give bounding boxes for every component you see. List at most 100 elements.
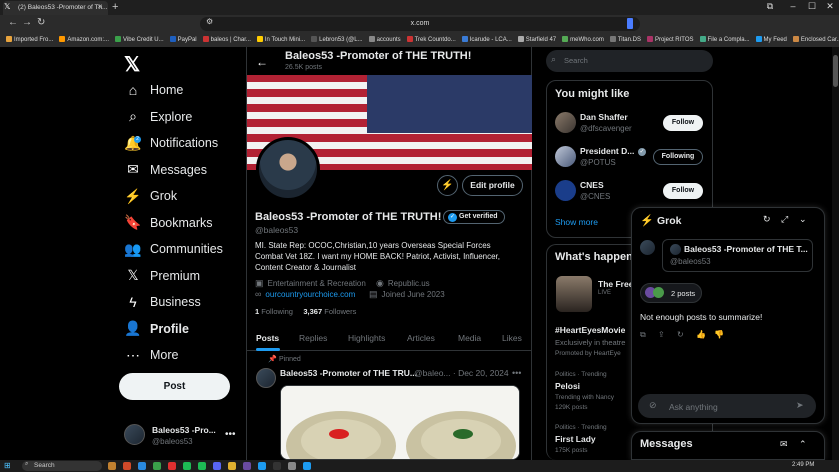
taskbar-app-icon[interactable] (303, 462, 311, 470)
bookmark-item[interactable]: Trek Countdo... (406, 34, 456, 47)
taskbar-app-icon[interactable] (198, 462, 206, 470)
bookmark-item[interactable]: Project RITOS (646, 34, 694, 47)
bookmark-item[interactable]: Icarude - LCA... (461, 34, 512, 47)
copy-icon[interactable]: ⧉ (640, 330, 646, 340)
bookmark-item[interactable]: meWho.com (562, 34, 604, 47)
bookmark-item[interactable]: Titan.DS (609, 34, 641, 47)
thumbs-down-icon[interactable]: 👎 (714, 330, 724, 339)
more-horizontal-icon[interactable]: ••• (225, 429, 236, 440)
post-author-avatar[interactable] (256, 368, 276, 388)
trend-name[interactable]: First Lady (555, 434, 596, 444)
nav-item-communities[interactable]: 👥 Communities (124, 238, 223, 260)
share-icon[interactable]: ⇪ (658, 330, 665, 339)
post-button[interactable]: Post (119, 373, 230, 400)
edit-profile-button[interactable]: Edit profile (462, 175, 523, 196)
reload-icon[interactable]: ↻ (37, 17, 45, 28)
bookmark-item[interactable]: Starfield 47 (517, 34, 556, 47)
page-scrollbar[interactable] (832, 47, 839, 460)
bookmark-item[interactable]: My Feed (755, 34, 787, 47)
taskbar-app-icon[interactable] (108, 462, 116, 470)
promoted-trend-name[interactable]: #HeartEyesMovie (555, 325, 625, 335)
nav-item-messages[interactable]: ✉ Messages (124, 159, 207, 181)
site-info-icon[interactable]: ⚙ (206, 17, 213, 26)
trend-name[interactable]: Pelosi (555, 381, 580, 391)
bookmark-item[interactable]: baleos | Char... (202, 34, 251, 47)
show-more-link[interactable]: Show more (555, 217, 598, 227)
event-name[interactable]: The Free (598, 279, 633, 289)
post-more-icon[interactable]: ••• (512, 368, 521, 378)
tab-highlights[interactable]: Highlights (348, 333, 385, 343)
minimize-icon[interactable]: – (783, 1, 803, 11)
bookmark-item[interactable]: Lebron53 (@L... (311, 34, 363, 47)
profile-avatar[interactable] (256, 137, 320, 201)
x-logo-icon[interactable]: 𝕏 (124, 52, 140, 77)
bookmark-item[interactable]: File a Compla... (699, 34, 750, 47)
tab-articles[interactable]: Articles (407, 333, 435, 343)
bookmark-item[interactable]: PayPal (169, 34, 197, 47)
bookmark-item[interactable]: Imported Fro... (6, 34, 53, 47)
suggestion-name[interactable]: CNES (580, 180, 604, 190)
taskbar-app-icon[interactable] (243, 462, 251, 470)
taskbar-app-icon[interactable] (153, 462, 161, 470)
website-link[interactable]: ourcountryourchoice.com (265, 290, 355, 299)
followers-link[interactable]: 3,367 Followers (303, 307, 356, 316)
thumbs-up-icon[interactable]: 👍 (696, 330, 706, 339)
suggestion-name[interactable]: Dan Shaffer (580, 112, 628, 122)
back-icon[interactable]: ← (8, 17, 18, 28)
bookmark-item[interactable]: In Touch Mini... (256, 34, 305, 47)
nav-item-home[interactable]: ⌂ Home (124, 79, 184, 101)
tab-posts[interactable]: Posts (256, 333, 279, 343)
suggestion-name[interactable]: President D... (580, 146, 634, 156)
event-thumbnail[interactable] (556, 276, 592, 312)
taskbar-app-icon[interactable] (258, 462, 266, 470)
new-chat-icon[interactable]: ↻ (763, 214, 771, 225)
browser-tab[interactable]: (2) Baleos53 -Promoter of Th... (3, 1, 108, 15)
maximize-icon[interactable]: ☐ (802, 1, 822, 12)
collapse-icon[interactable]: ⌄ (799, 214, 807, 225)
back-arrow-icon[interactable]: ← (256, 55, 268, 69)
nav-item-premium[interactable]: 𝕏 Premium (124, 265, 200, 287)
taskbar-app-icon[interactable] (213, 462, 221, 470)
expand-icon[interactable]: ⤢ (781, 214, 788, 225)
taskbar-app-icon[interactable] (288, 462, 296, 470)
regenerate-icon[interactable]: ↻ (677, 330, 684, 339)
forward-icon[interactable]: → (22, 17, 32, 28)
taskbar-app-icon[interactable] (123, 462, 131, 470)
grok-icon[interactable]: ⚡ (437, 175, 458, 196)
bookmark-item[interactable]: accounts (368, 34, 401, 47)
url-field[interactable]: x.com (200, 17, 640, 31)
taskbar-app-icon[interactable] (168, 462, 176, 470)
suggestion-avatar[interactable] (555, 112, 576, 133)
bookmark-item[interactable]: Amazon.com:... (59, 34, 109, 47)
nav-item-bookmarks[interactable]: 🔖 Bookmarks (124, 212, 212, 234)
nav-item-more[interactable]: ⋯ More (124, 344, 178, 366)
bookmark-item[interactable]: Enclosed Car... (792, 34, 839, 47)
tab-close-icon[interactable]: ✕ (97, 3, 103, 11)
following-link[interactable]: 1 Following (255, 307, 293, 316)
grok-ask-input[interactable] (638, 394, 816, 418)
scrollbar-thumb[interactable] (833, 55, 838, 87)
profile-website[interactable]: ∞ ourcountryourchoice.com (255, 289, 355, 299)
taskbar-search[interactable]: Search (22, 461, 102, 471)
new-tab-icon[interactable]: + (112, 1, 118, 13)
nav-item-profile[interactable]: 👤 Profile (124, 318, 189, 340)
following-button[interactable]: Following (653, 149, 703, 165)
follow-button[interactable]: Follow (663, 115, 703, 131)
nav-item-explore[interactable]: ⌕ Explore (124, 106, 192, 128)
tab-replies[interactable]: Replies (299, 333, 327, 343)
suggestion-avatar[interactable] (555, 180, 576, 201)
nav-item-grok[interactable]: ⚡ Grok (124, 185, 177, 207)
tab-likes[interactable]: Likes (502, 333, 522, 343)
taskbar-app-icon[interactable] (183, 462, 191, 470)
bookmark-item[interactable]: Vibe Credit U... (115, 34, 164, 47)
post-author-name[interactable]: Baleos53 -Promoter of THE TRU... (280, 368, 417, 378)
compose-message-icon[interactable]: ✉ (780, 439, 788, 450)
window-close-icon[interactable]: ✕ (820, 1, 839, 12)
suggestion-avatar[interactable] (555, 146, 576, 167)
post-media-image[interactable] (280, 385, 520, 460)
tab-list-icon[interactable]: ⧉ (760, 1, 780, 12)
expand-up-icon[interactable]: ⌃ (799, 439, 807, 450)
taskbar-app-icon[interactable] (228, 462, 236, 470)
windows-start-icon[interactable]: ⊞ (4, 461, 11, 470)
taskbar-app-icon[interactable] (138, 462, 146, 470)
